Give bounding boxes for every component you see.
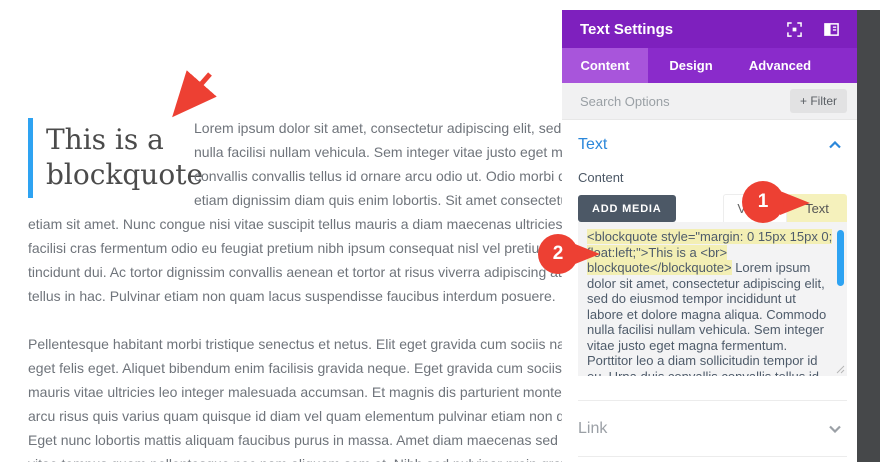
- chevron-up-icon[interactable]: [829, 141, 841, 149]
- panel-header-icons: [787, 21, 839, 37]
- editor-body-text: Lorem ipsum dolor sit amet, consectetur …: [587, 260, 827, 376]
- background-edge: [857, 10, 880, 462]
- editor-scrollbar[interactable]: [837, 230, 844, 286]
- chevron-down-icon[interactable]: [829, 425, 841, 433]
- panel-title: Text Settings: [580, 20, 674, 38]
- balloon-tail: [780, 191, 810, 215]
- annotation-arrow-icon: [172, 70, 217, 118]
- search-row: + Filter: [562, 83, 857, 120]
- text-section-title: Text: [578, 136, 608, 153]
- tab-advanced[interactable]: Advanced: [734, 48, 826, 83]
- add-media-button[interactable]: ADD MEDIA: [578, 195, 676, 222]
- link-section-title: Link: [578, 419, 608, 437]
- resize-handle-icon[interactable]: [836, 365, 845, 374]
- annotation-step-2: 2: [538, 234, 602, 276]
- tab-design[interactable]: Design: [648, 48, 734, 83]
- section-divider: [578, 456, 847, 457]
- text-section-header[interactable]: Text: [578, 136, 847, 154]
- annotation-step-1-number: 1: [742, 181, 784, 223]
- focus-icon[interactable]: [787, 21, 802, 37]
- tab-content[interactable]: Content: [562, 48, 648, 83]
- page: This is a blockquote Lorem ipsum dolor si…: [0, 0, 880, 462]
- text-settings-panel: Text Settings Content Design Advanced Se…: [562, 10, 857, 462]
- blockquote: This is a blockquote: [28, 118, 203, 198]
- annotation-step-1: 1: [742, 181, 814, 225]
- panel-tab-bar: Content Design Advanced: [562, 48, 857, 83]
- link-section-header[interactable]: Link: [578, 401, 847, 456]
- filter-button[interactable]: + Filter: [789, 89, 847, 113]
- text-section: Text Content ADD MEDIA Visual Text <bloc…: [562, 120, 857, 457]
- panel-header: Text Settings: [562, 10, 857, 48]
- annotation-step-2-number: 2: [538, 234, 578, 274]
- content-code-editor[interactable]: <blockquote style="margin: 0 15px 15px 0…: [578, 222, 847, 376]
- split-view-icon[interactable]: [824, 22, 839, 37]
- search-options-input[interactable]: [580, 93, 790, 109]
